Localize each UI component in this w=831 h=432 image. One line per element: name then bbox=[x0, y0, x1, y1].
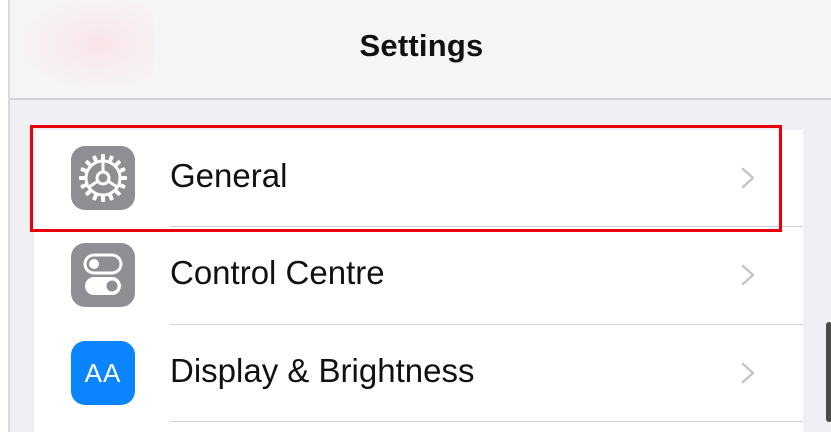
page-title: Settings bbox=[359, 28, 484, 63]
scrollbar[interactable] bbox=[826, 322, 831, 422]
toggles-icon bbox=[71, 243, 135, 307]
settings-row-label: Display & Brightness bbox=[170, 352, 475, 389]
chevron-right-icon bbox=[741, 362, 755, 384]
settings-row-control-centre[interactable]: Control Centre bbox=[34, 227, 803, 323]
settings-row-display-brightness[interactable]: AA Display & Brightness bbox=[34, 325, 803, 421]
aa-icon-glyph: AA bbox=[84, 358, 122, 388]
row-separator bbox=[170, 421, 803, 422]
settings-row-general[interactable]: General bbox=[34, 130, 803, 226]
gear-icon bbox=[71, 146, 135, 210]
chevron-right-icon bbox=[741, 264, 755, 286]
settings-row-label: General bbox=[170, 157, 288, 194]
navigation-bar: Settings bbox=[10, 0, 831, 100]
settings-group: General Control Centre AA Display & Brig… bbox=[34, 130, 803, 432]
settings-row-label: Control Centre bbox=[170, 254, 385, 291]
settings-screen: Settings General Control Centre AA Displ… bbox=[8, 0, 831, 432]
aa-text-icon: AA bbox=[71, 341, 135, 405]
chevron-right-icon bbox=[741, 167, 755, 189]
